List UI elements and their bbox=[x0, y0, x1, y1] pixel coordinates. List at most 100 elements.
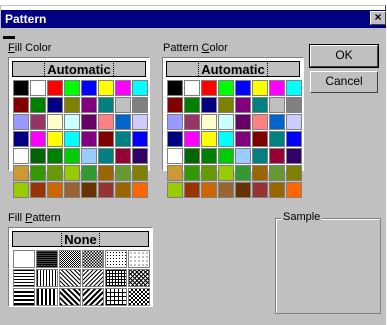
fill-color-swatch[interactable] bbox=[81, 97, 97, 113]
pattern-color-swatch[interactable] bbox=[167, 131, 183, 147]
fill-color-swatch[interactable] bbox=[13, 148, 29, 164]
fill-color-swatch[interactable] bbox=[64, 148, 80, 164]
fill-color-swatch[interactable] bbox=[132, 131, 148, 147]
pattern-color-swatch[interactable] bbox=[286, 80, 302, 96]
pattern-color-swatch[interactable] bbox=[201, 114, 217, 130]
fill-color-swatch[interactable] bbox=[81, 114, 97, 130]
fill-color-swatch[interactable] bbox=[98, 131, 114, 147]
fill-color-swatch[interactable] bbox=[64, 131, 80, 147]
fill-color-swatch[interactable] bbox=[47, 165, 63, 181]
fill-color-swatch[interactable] bbox=[115, 165, 131, 181]
pattern-sparse-dots-swatch[interactable] bbox=[128, 250, 150, 268]
pattern-color-swatch[interactable] bbox=[235, 97, 251, 113]
pattern-color-swatch[interactable] bbox=[235, 148, 251, 164]
pattern-dense-dark-swatch[interactable] bbox=[36, 250, 58, 268]
fill-color-swatch[interactable] bbox=[81, 182, 97, 198]
pattern-medium-gray-swatch[interactable] bbox=[59, 250, 81, 268]
pattern-color-swatch[interactable] bbox=[201, 165, 217, 181]
pattern-color-swatch[interactable] bbox=[184, 165, 200, 181]
fill-color-swatch[interactable] bbox=[47, 114, 63, 130]
fill-color-swatch[interactable] bbox=[98, 182, 114, 198]
pattern-light-dots-swatch[interactable] bbox=[82, 250, 104, 268]
pattern-thick-diagonal-down-swatch[interactable] bbox=[59, 288, 81, 306]
fill-color-swatch[interactable] bbox=[30, 97, 46, 113]
pattern-grid-swatch[interactable] bbox=[105, 288, 127, 306]
pattern-checker-swatch[interactable] bbox=[128, 288, 150, 306]
fill-color-swatch[interactable] bbox=[47, 80, 63, 96]
fill-color-swatch[interactable] bbox=[47, 148, 63, 164]
pattern-color-swatch[interactable] bbox=[286, 148, 302, 164]
pattern-color-swatch[interactable] bbox=[286, 114, 302, 130]
fill-color-swatch[interactable] bbox=[64, 97, 80, 113]
fill-color-swatch[interactable] bbox=[115, 148, 131, 164]
fill-color-swatch[interactable] bbox=[98, 148, 114, 164]
fill-color-swatch[interactable] bbox=[132, 148, 148, 164]
fill-color-swatch[interactable] bbox=[30, 131, 46, 147]
pattern-color-swatch[interactable] bbox=[167, 148, 183, 164]
pattern-vertical-lines-swatch[interactable] bbox=[36, 269, 58, 287]
pattern-color-swatch[interactable] bbox=[269, 182, 285, 198]
fill-color-swatch[interactable] bbox=[30, 80, 46, 96]
fill-color-swatch[interactable] bbox=[115, 182, 131, 198]
fill-color-swatch[interactable] bbox=[98, 165, 114, 181]
fill-color-swatch[interactable] bbox=[115, 80, 131, 96]
pattern-color-swatch[interactable] bbox=[252, 182, 268, 198]
fill-color-swatch[interactable] bbox=[98, 114, 114, 130]
pattern-color-swatch[interactable] bbox=[218, 114, 234, 130]
fill-color-automatic-button[interactable]: Automatic bbox=[11, 60, 147, 78]
pattern-color-swatch[interactable] bbox=[167, 165, 183, 181]
pattern-color-swatch[interactable] bbox=[252, 97, 268, 113]
pattern-color-swatch[interactable] bbox=[235, 165, 251, 181]
fill-color-swatch[interactable] bbox=[13, 165, 29, 181]
pattern-color-swatch[interactable] bbox=[235, 182, 251, 198]
pattern-thick-vertical-swatch[interactable] bbox=[36, 288, 58, 306]
title-bar[interactable]: Pattern × bbox=[1, 10, 386, 28]
fill-color-swatch[interactable] bbox=[47, 97, 63, 113]
pattern-color-swatch[interactable] bbox=[269, 148, 285, 164]
pattern-color-swatch[interactable] bbox=[167, 114, 183, 130]
fill-color-swatch[interactable] bbox=[98, 97, 114, 113]
ok-button[interactable]: OK bbox=[309, 44, 379, 68]
pattern-color-swatch[interactable] bbox=[252, 148, 268, 164]
pattern-color-swatch[interactable] bbox=[286, 131, 302, 147]
fill-color-swatch[interactable] bbox=[13, 80, 29, 96]
pattern-color-swatch[interactable] bbox=[218, 97, 234, 113]
pattern-color-swatch[interactable] bbox=[235, 131, 251, 147]
pattern-color-swatch[interactable] bbox=[201, 97, 217, 113]
fill-color-swatch[interactable] bbox=[132, 165, 148, 181]
fill-color-swatch[interactable] bbox=[64, 165, 80, 181]
fill-color-swatch[interactable] bbox=[132, 80, 148, 96]
fill-color-swatch[interactable] bbox=[30, 114, 46, 130]
pattern-color-swatch[interactable] bbox=[218, 131, 234, 147]
fill-color-swatch[interactable] bbox=[98, 80, 114, 96]
fill-color-swatch[interactable] bbox=[13, 131, 29, 147]
fill-color-swatch[interactable] bbox=[132, 97, 148, 113]
pattern-color-swatch[interactable] bbox=[235, 114, 251, 130]
pattern-color-swatch[interactable] bbox=[184, 80, 200, 96]
pattern-color-swatch[interactable] bbox=[218, 148, 234, 164]
fill-color-swatch[interactable] bbox=[81, 165, 97, 181]
pattern-color-swatch[interactable] bbox=[269, 131, 285, 147]
fill-color-swatch[interactable] bbox=[132, 182, 148, 198]
pattern-color-swatch[interactable] bbox=[201, 80, 217, 96]
pattern-color-swatch[interactable] bbox=[167, 97, 183, 113]
fill-pattern-none-button[interactable]: None bbox=[11, 230, 150, 248]
pattern-color-swatch[interactable] bbox=[286, 165, 302, 181]
fill-color-swatch[interactable] bbox=[30, 148, 46, 164]
fill-color-swatch[interactable] bbox=[81, 80, 97, 96]
close-icon[interactable]: × bbox=[370, 11, 386, 25]
fill-color-swatch[interactable] bbox=[47, 131, 63, 147]
pattern-color-swatch[interactable] bbox=[269, 80, 285, 96]
fill-color-swatch[interactable] bbox=[115, 131, 131, 147]
pattern-color-swatch[interactable] bbox=[286, 97, 302, 113]
pattern-color-swatch[interactable] bbox=[218, 80, 234, 96]
fill-color-swatch[interactable] bbox=[30, 165, 46, 181]
fill-color-swatch[interactable] bbox=[30, 182, 46, 198]
pattern-thick-diagonal-up-swatch[interactable] bbox=[82, 288, 104, 306]
fill-color-swatch[interactable] bbox=[132, 114, 148, 130]
pattern-color-swatch[interactable] bbox=[252, 131, 268, 147]
fill-color-swatch[interactable] bbox=[115, 97, 131, 113]
pattern-solid-white-swatch[interactable] bbox=[13, 250, 35, 268]
pattern-color-automatic-button[interactable]: Automatic bbox=[165, 60, 301, 78]
fill-color-swatch[interactable] bbox=[64, 80, 80, 96]
